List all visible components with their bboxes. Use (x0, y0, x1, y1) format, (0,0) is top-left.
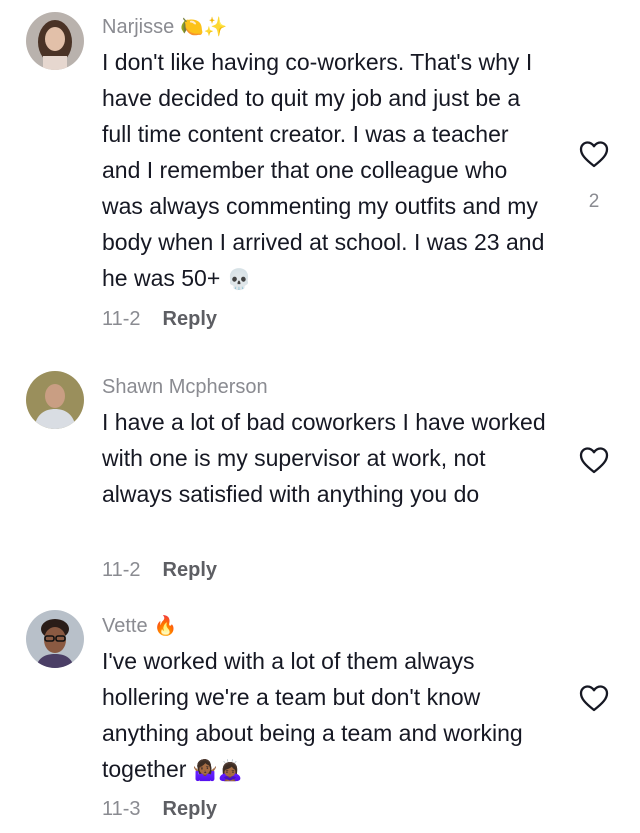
like-button[interactable] (568, 672, 620, 724)
author-emojis: 🔥 (153, 616, 178, 637)
reply-button[interactable]: Reply (163, 798, 217, 820)
like-button[interactable] (568, 434, 620, 486)
comment-meta: 11-2 Reply (102, 558, 217, 582)
comment-date: 11-3 (102, 798, 141, 820)
reply-button[interactable]: Reply (163, 559, 217, 581)
comment-text: I've worked with a lot of them always ho… (102, 643, 552, 789)
comment-date: 11-2 (102, 559, 141, 581)
heart-outline-icon (579, 447, 609, 474)
comment-meta: 11-3 Reply (102, 797, 217, 821)
author-emojis: 🍋✨ (180, 17, 228, 38)
skull-emoji: 💀 (226, 269, 252, 291)
comment-meta: 11-2 Reply (102, 307, 217, 331)
reply-button[interactable]: Reply (163, 308, 217, 330)
comment-text: I have a lot of bad coworkers I have wor… (102, 404, 552, 512)
comment-author[interactable]: Vette 🔥 (102, 614, 177, 639)
avatar[interactable] (26, 12, 84, 70)
comment-body: I have a lot of bad coworkers I have wor… (102, 409, 546, 507)
comment-author[interactable]: Shawn Mcpherson (102, 375, 268, 399)
comment-date: 11-2 (102, 308, 141, 330)
like-button[interactable] (568, 128, 620, 180)
comment-text: I don't like having co-workers. That's w… (102, 44, 552, 298)
avatar[interactable] (26, 371, 84, 429)
author-name: Shawn Mcpherson (102, 376, 268, 398)
like-count: 2 (588, 191, 600, 212)
heart-outline-icon (579, 685, 609, 712)
comment-author[interactable]: Narjisse 🍋✨ (102, 15, 228, 40)
heart-outline-icon (579, 141, 609, 168)
shrug-bow-emojis: 🤷🏾‍♀️🙇🏾‍♀️ (192, 760, 243, 782)
author-name: Narjisse (102, 16, 175, 38)
comment-body: I don't like having co-workers. That's w… (102, 49, 545, 291)
author-name: Vette (102, 615, 148, 637)
comment-body: I've worked with a lot of them always ho… (102, 648, 523, 782)
avatar[interactable] (26, 610, 84, 668)
